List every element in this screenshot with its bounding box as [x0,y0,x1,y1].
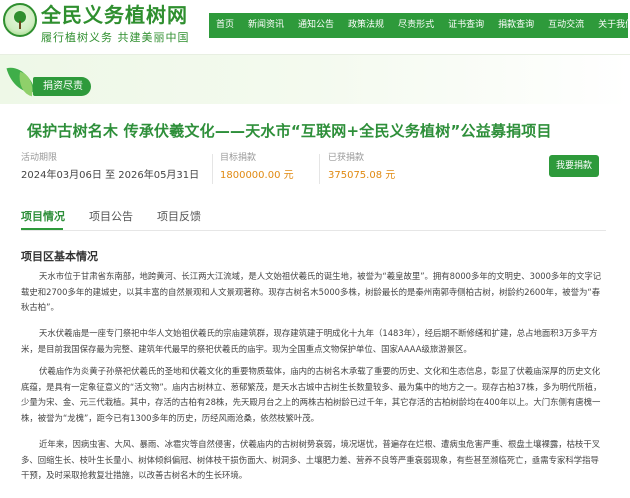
site-header: 全民义务植树网 履行植树义务 共建美丽中国 首页 新闻资讯 通知公告 政策法规 … [0,0,630,54]
stat-divider [319,154,320,184]
target-value: 1800000.00 元 [220,170,294,181]
tab-project-info[interactable]: 项目情况 [21,209,65,225]
nav-donation-query[interactable]: 捐款查询 [491,13,541,38]
raised-value: 375075.08 元 [328,170,396,181]
tree-logo-icon [3,3,37,37]
duration-value: 2024年03月06日 至 2026年05月31日 [21,170,200,181]
section-banner: 捐资尽责 [0,54,630,104]
content-paragraph: 伏羲庙作为炎黄子孙祭祀伏羲氏的圣地和伏羲文化的重要物质载体，庙内的古树名木承载了… [21,366,602,423]
project-title: 保护古树名木 传承伏羲文化——天水市“互联网+全民义务植树”公益募捐项目 [27,122,552,140]
active-tab-indicator [21,228,63,230]
stat-raised: 已获捐款 375075.08 元 [328,152,395,182]
project-tabs: 项目情况 项目公告 项目反馈 [21,209,606,231]
section-title: 项目区基本情况 [21,250,98,263]
project-stats: 活动期限 2024年03月06日 至 2026年05月31日 目标捐款 1800… [21,152,606,186]
site-logo[interactable]: 全民义务植树网 履行植树义务 共建美丽中国 [3,3,190,45]
content-paragraph: 近年来，因病虫害、大风、暴雨、冰雹灾等自然侵害，伏羲庙内的古树树势衰弱，境况堪忧… [21,439,601,480]
stat-target: 目标捐款 1800000.00 元 [220,152,294,182]
duration-label: 活动期限 [21,153,58,163]
target-label: 目标捐款 [220,153,257,163]
nav-policies[interactable]: 政策法规 [341,13,391,38]
tab-project-feedback[interactable]: 项目反馈 [157,209,201,225]
content-paragraph: 天水市位于甘肃省东南部，地跨黄河、长江两大江流域，是人文始祖伏羲氏的诞生地，被誉… [21,271,602,312]
main-nav: 首页 新闻资讯 通知公告 政策法规 尽责形式 证书查询 捐款查询 互动交流 关于… [209,13,630,38]
raised-label: 已获捐款 [328,153,365,163]
nav-participation[interactable]: 尽责形式 [391,13,441,38]
donate-button[interactable]: 我要捐款 [549,155,599,177]
tab-project-notices[interactable]: 项目公告 [89,209,133,225]
site-slogan: 履行植树义务 共建美丽中国 [41,31,190,44]
content-paragraph: 天水伏羲庙是一座专门祭祀中华人文始祖伏羲氏的宗庙建筑群，现存建筑建于明成化十九年… [21,328,598,354]
nav-certificate[interactable]: 证书查询 [441,13,491,38]
stat-divider [212,154,213,184]
nav-about[interactable]: 关于我们 [591,13,630,38]
nav-home[interactable]: 首页 [209,13,241,38]
nav-interaction[interactable]: 互动交流 [541,13,591,38]
nav-notices[interactable]: 通知公告 [291,13,341,38]
stat-duration: 活动期限 2024年03月06日 至 2026年05月31日 [21,152,199,182]
section-tag: 捐资尽责 [33,77,91,96]
site-name: 全民义务植树网 [41,3,188,27]
nav-news[interactable]: 新闻资讯 [241,13,291,38]
